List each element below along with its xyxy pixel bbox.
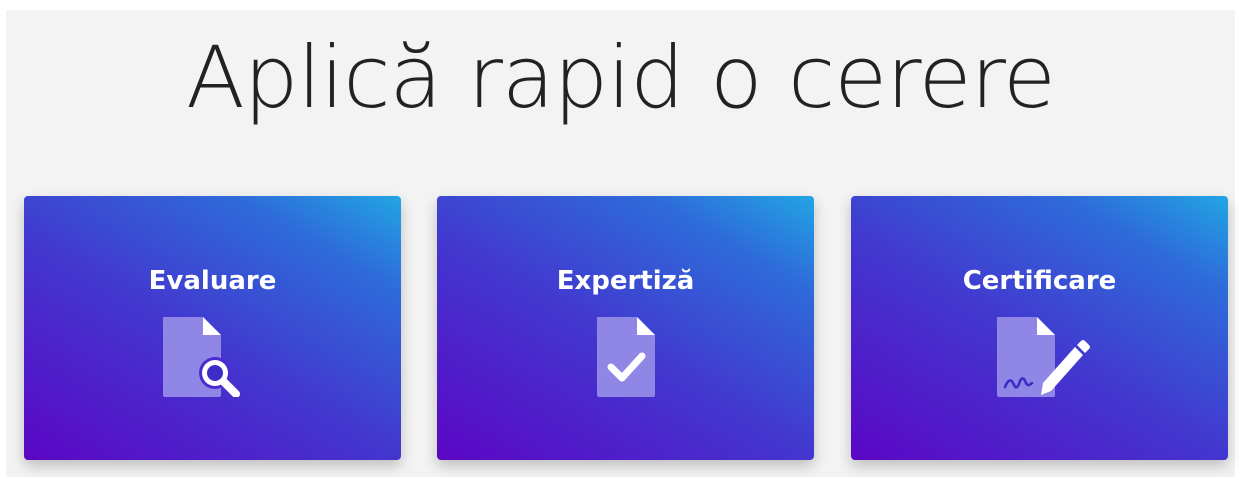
certificare-card[interactable]: Certificare	[851, 196, 1228, 460]
page-title: Aplică rapid o cerere	[186, 28, 1056, 128]
evaluare-card[interactable]: Evaluare	[24, 196, 401, 460]
expertiza-card[interactable]: Expertiză	[437, 196, 814, 460]
card-label: Evaluare	[148, 266, 277, 296]
card-label: Expertiză	[556, 266, 695, 296]
document-check-icon	[597, 317, 655, 397]
document-signature-icon	[997, 317, 1090, 397]
quick-apply-section: Aplică rapid o cerere Evaluare Expertiză…	[6, 10, 1235, 477]
document-search-icon	[163, 317, 240, 397]
card-label: Certificare	[962, 266, 1117, 296]
